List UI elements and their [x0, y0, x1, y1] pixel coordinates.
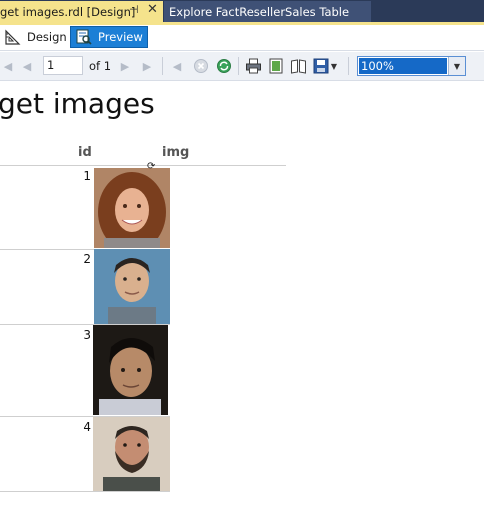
previous-page-icon[interactable]: ◀	[20, 58, 34, 74]
last-page-icon[interactable]: ▶	[140, 58, 154, 74]
row-divider	[0, 491, 170, 492]
row-id-cell: 4	[83, 420, 91, 434]
portrait-man-dark-background	[93, 325, 168, 415]
close-icon[interactable]: ✕	[147, 2, 158, 17]
portrait-man-beard	[93, 417, 170, 491]
current-page-input[interactable]: 1	[43, 56, 83, 75]
portrait-woman-curly-hair	[94, 168, 170, 248]
tab-title: Explore FactResellerSales Table	[169, 5, 350, 19]
report-preview-icon	[76, 29, 92, 45]
row-id-cell: 2	[83, 252, 91, 266]
tab-get-images-design[interactable]: get images.rdl [Design] ⊣ ✕	[0, 1, 163, 22]
pin-icon[interactable]: ⊣	[129, 3, 139, 16]
toolbar-separator	[162, 57, 163, 75]
stop-icon[interactable]	[193, 58, 209, 74]
tab-title: get images.rdl [Design]	[0, 5, 136, 19]
chevron-down-icon[interactable]: ▼	[448, 57, 465, 75]
print-layout-icon[interactable]	[268, 58, 284, 74]
column-header-id: id	[78, 145, 92, 160]
row-id-cell: 3	[83, 328, 91, 342]
ruler-triangle-icon	[5, 29, 21, 45]
report-viewer-toolbar: ◀ ◀ 1 of 1 ▶ ▶ ◀ ▼ 100% ▼	[0, 52, 484, 81]
export-dropdown-icon[interactable]: ▼	[330, 58, 338, 74]
back-icon[interactable]: ◀	[170, 58, 184, 74]
report-title: get images	[0, 87, 155, 120]
page-count-label: of 1	[89, 59, 112, 73]
row-id-cell: 1	[83, 169, 91, 183]
print-icon[interactable]	[245, 58, 262, 74]
header-divider	[0, 165, 286, 166]
zoom-select[interactable]: 100% ▼	[357, 56, 466, 76]
zoom-value: 100%	[359, 58, 447, 74]
column-header-img: img	[162, 145, 190, 160]
portrait-man-blue-background	[94, 249, 170, 324]
document-tab-strip: get images.rdl [Design] ⊣ ✕ Explore Fact…	[0, 0, 484, 22]
design-label: Design	[27, 30, 67, 44]
design-tab[interactable]: Design	[0, 26, 68, 48]
page-setup-icon[interactable]	[290, 58, 307, 74]
refresh-icon[interactable]	[216, 58, 232, 74]
preview-label: Preview	[98, 30, 143, 44]
mode-toolbar: Design Preview	[0, 25, 484, 51]
toolbar-separator	[238, 57, 239, 75]
toolbar-separator	[348, 57, 349, 75]
first-page-icon[interactable]: ◀	[1, 58, 15, 74]
tab-explore-factresellersales[interactable]: Explore FactResellerSales Table	[164, 1, 371, 22]
next-page-icon[interactable]: ▶	[119, 58, 131, 74]
export-icon[interactable]	[313, 58, 329, 74]
cursor-icon: ⟳	[147, 161, 156, 172]
preview-tab[interactable]: Preview	[70, 26, 148, 48]
